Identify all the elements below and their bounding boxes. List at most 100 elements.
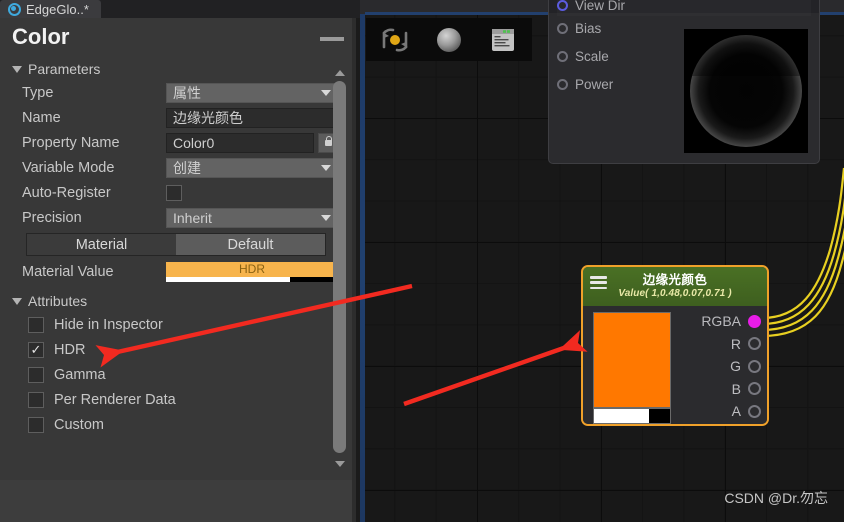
chevron-down-icon [321, 214, 331, 221]
output-port-g[interactable]: G [661, 355, 761, 378]
hdr-checkbox[interactable]: ✓ [28, 341, 44, 358]
chevron-up-icon [334, 69, 345, 76]
output-port-r[interactable]: R [661, 333, 761, 356]
row-label: Type [22, 84, 54, 101]
scrollbar-thumb[interactable] [333, 81, 346, 453]
dropdown-value: Inherit [173, 209, 212, 226]
hdr-intensity-strip [166, 276, 338, 282]
input-port-icon[interactable] [557, 51, 568, 62]
row-name: Name 边缘光颜色 [0, 105, 340, 130]
segment-default[interactable]: Default [176, 234, 325, 255]
row-label: Precision [22, 209, 82, 226]
input-port-icon[interactable] [557, 79, 568, 90]
attr-label: Per Renderer Data [54, 391, 176, 408]
fresnel-effect-node[interactable]: Out World Normal View Dir Bias Scale Pow… [548, 0, 820, 164]
input-label: Scale [575, 49, 609, 64]
attr-label: HDR [54, 341, 86, 358]
row-property-name: Property Name Color0 [0, 130, 340, 155]
row-label: Variable Mode [22, 159, 115, 176]
section-header-parameters[interactable]: Parameters [0, 58, 340, 80]
port-dot-icon[interactable] [748, 404, 761, 418]
dropdown-value: 属性 [173, 84, 201, 101]
hdr-intensity-bar [593, 408, 671, 424]
sphere-preview-icon[interactable] [428, 22, 470, 57]
dropdown-value: 创建 [173, 159, 201, 176]
panel-footer [0, 480, 352, 522]
row-material-value: Material Value HDR [0, 259, 340, 284]
per-renderer-data-checkbox[interactable] [28, 391, 44, 408]
type-dropdown[interactable]: 属性 [166, 82, 338, 103]
graph-focus-border-left [360, 14, 365, 522]
tab-label: EdgeGlo..* [26, 1, 89, 17]
variable-mode-dropdown[interactable]: 创建 [166, 157, 338, 178]
attr-hdr[interactable]: ✓ HDR [0, 337, 340, 362]
check-icon: ✓ [30, 342, 42, 357]
inspector-body: Parameters Type 属性 Name 边缘光颜色 Property N… [0, 58, 340, 478]
auto-register-checkbox[interactable] [166, 184, 182, 201]
color-inspector-panel: Color Parameters Type 属性 Name 边缘光颜色 Prop… [0, 18, 356, 522]
input-label: View Dir [575, 0, 626, 13]
hdr-intensity-white [166, 276, 290, 282]
attr-hide-in-inspector[interactable]: Hide in Inspector [0, 312, 340, 337]
color-node-value-text: Value( 1,0.48,0.07,0.71 ) [618, 288, 732, 299]
attr-custom[interactable]: Custom [0, 412, 340, 437]
output-port-b[interactable]: B [661, 378, 761, 401]
shader-graph-icon [8, 2, 21, 16]
color-node-header[interactable]: 边缘光颜色 Value( 1,0.48,0.07,0.71 ) [583, 267, 767, 306]
code-view-icon[interactable] [482, 22, 524, 57]
scroll-up-button[interactable] [334, 68, 345, 77]
port-label: R [730, 335, 741, 352]
node-preview-thumbnail[interactable] [684, 29, 808, 153]
tab-bar: EdgeGlo..* [0, 0, 360, 18]
preview-shadow-overlay [684, 29, 808, 76]
fresnel-input-scale[interactable]: Scale [557, 49, 609, 64]
port-dot-icon[interactable] [748, 359, 761, 373]
name-input[interactable]: 边缘光颜色 [166, 107, 338, 128]
segment-material[interactable]: Material [27, 234, 176, 255]
hamburger-icon[interactable] [590, 276, 607, 289]
chevron-down-icon [321, 89, 331, 96]
tab-edge-glow[interactable]: EdgeGlo..* [0, 0, 101, 18]
section-header-attributes[interactable]: Attributes [0, 290, 340, 312]
row-label: Name [22, 109, 61, 126]
property-name-input[interactable]: Color0 [166, 132, 314, 153]
color-node-output-ports: RGBA R G B A [661, 310, 761, 423]
input-label: Bias [575, 21, 602, 36]
custom-checkbox[interactable] [28, 416, 44, 433]
minimize-button[interactable] [320, 37, 344, 41]
attr-gamma[interactable]: Gamma [0, 362, 340, 387]
color-node-title: 边缘光颜色 [642, 273, 708, 287]
fresnel-input-view-dir[interactable]: View Dir [557, 0, 811, 16]
output-port-a[interactable]: A [661, 400, 761, 423]
graph-toolbar [366, 18, 532, 61]
port-dot-icon[interactable] [748, 337, 761, 351]
refresh-preview-icon[interactable] [374, 22, 416, 57]
fresnel-input-power[interactable]: Power [557, 77, 613, 92]
inspector-scrollbar[interactable] [333, 68, 346, 468]
section-label: Attributes [28, 293, 88, 309]
row-label: Property Name [22, 134, 120, 151]
scroll-down-button[interactable] [334, 459, 345, 468]
material-default-segmented-control: Material Default [26, 233, 326, 256]
port-dot-icon[interactable] [748, 314, 761, 328]
section-label: Parameters [28, 61, 101, 77]
attr-per-renderer-data[interactable]: Per Renderer Data [0, 387, 340, 412]
color-swatch-preview[interactable] [593, 312, 671, 408]
color-property-node[interactable]: 边缘光颜色 Value( 1,0.48,0.07,0.71 ) RGBA R G [581, 265, 769, 426]
port-label: B [731, 380, 741, 397]
output-port-rgba[interactable]: RGBA [661, 310, 761, 333]
input-port-icon[interactable] [557, 23, 568, 34]
gamma-checkbox[interactable] [28, 366, 44, 383]
hdr-intensity-white [594, 409, 649, 423]
port-dot-icon[interactable] [748, 382, 761, 396]
material-value-color-field[interactable]: HDR [166, 261, 338, 282]
precision-dropdown[interactable]: Inherit [166, 207, 338, 228]
chevron-down-icon[interactable] [12, 297, 22, 305]
row-auto-register: Auto-Register [0, 180, 340, 205]
hide-in-inspector-checkbox[interactable] [28, 316, 44, 333]
chevron-down-icon[interactable] [12, 65, 22, 73]
fresnel-input-bias[interactable]: Bias [557, 21, 601, 36]
hdr-badge: HDR [166, 261, 338, 277]
input-port-icon[interactable] [557, 0, 568, 11]
row-type: Type 属性 [0, 80, 340, 105]
